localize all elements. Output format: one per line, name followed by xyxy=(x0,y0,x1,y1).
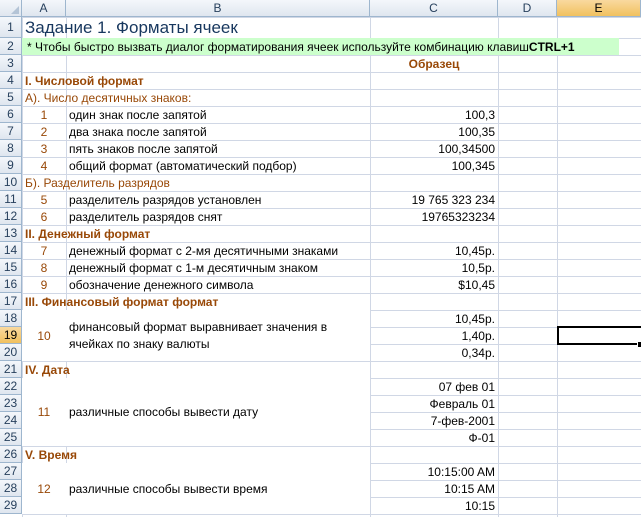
shortcut-hint-key: CTRL+1 xyxy=(528,39,575,54)
row-header-16[interactable]: 16 xyxy=(0,276,22,293)
task-description[interactable]: общий формат (автоматический подбор) xyxy=(66,157,370,174)
row-header-22[interactable]: 22 xyxy=(0,378,22,395)
task-description[interactable]: два знака после запятой xyxy=(66,123,370,140)
row-header-10[interactable]: 10 xyxy=(0,174,22,191)
task-description[interactable]: разделитель разрядов снят xyxy=(66,208,370,225)
subsection-decimals[interactable]: А). Число десятичных знаков: xyxy=(22,89,322,106)
sample-column-header[interactable]: Образец xyxy=(370,55,498,72)
sample-value[interactable]: 10:15 xyxy=(370,497,498,514)
task-number[interactable]: 12 xyxy=(22,463,66,514)
sample-value[interactable]: 10:15 AM xyxy=(370,480,498,497)
sample-value[interactable]: 7-фев-2001 xyxy=(370,412,498,429)
task-description[interactable]: различные способы вывести время xyxy=(66,463,370,514)
sample-value[interactable]: 10,45р. xyxy=(370,242,498,259)
task-description[interactable]: разделитель разрядов установлен xyxy=(66,191,370,208)
row-header-13[interactable]: 13 xyxy=(0,225,22,242)
sample-value[interactable]: 10,5р. xyxy=(370,259,498,276)
row-header-18[interactable]: 18 xyxy=(0,310,22,327)
task-description[interactable]: денежный формат с 1-м десятичным знаком xyxy=(66,259,370,276)
row-header-29[interactable]: 29 xyxy=(0,497,22,514)
column-header-a[interactable]: A xyxy=(22,0,66,17)
row-header-9[interactable]: 9 xyxy=(0,157,22,174)
sample-value[interactable]: 100,34500 xyxy=(370,140,498,157)
subsection-separator[interactable]: Б). Разделитель разрядов xyxy=(22,174,322,191)
sheet-title[interactable]: Задание 1. Форматы ячеек xyxy=(22,17,622,38)
row-header-28[interactable]: 28 xyxy=(0,480,22,497)
column-header-d[interactable]: D xyxy=(498,0,557,17)
task-description[interactable]: один знак после запятой xyxy=(66,106,370,123)
task-description[interactable]: финансовый формат выравнивает значения в… xyxy=(66,310,370,361)
sample-value[interactable]: 10,45р. xyxy=(370,310,498,327)
task-number[interactable]: 10 xyxy=(22,310,66,361)
sample-value[interactable]: 100,35 xyxy=(370,123,498,140)
row-header-5[interactable]: 5 xyxy=(0,89,22,106)
column-header-c[interactable]: C xyxy=(370,0,498,17)
row-header-27[interactable]: 27 xyxy=(0,463,22,480)
sample-value[interactable]: 07 фев 01 xyxy=(370,378,498,395)
sample-value[interactable]: 19 765 323 234 xyxy=(370,191,498,208)
row-header-1[interactable]: 1 xyxy=(0,17,22,38)
row-header-21[interactable]: 21 xyxy=(0,361,22,378)
row-header-20[interactable]: 20 xyxy=(0,344,22,361)
sample-value[interactable]: 100,345 xyxy=(370,157,498,174)
sample-value[interactable]: 1,40р. xyxy=(370,327,498,344)
column-header-e[interactable]: E xyxy=(557,0,641,17)
spreadsheet[interactable]: ABCDE 1 2 3 4 5 6 7 8 9 10 11 12 13 14 15 16 17 18 19 20 21 2… xyxy=(0,0,641,517)
row-header-4[interactable]: 4 xyxy=(0,72,22,89)
section-number-format[interactable]: I. Числовой формат xyxy=(22,72,322,89)
active-cell-selection[interactable] xyxy=(557,326,641,345)
sample-value[interactable]: 10:15:00 AM xyxy=(370,463,498,480)
row-header-17[interactable]: 17 xyxy=(0,293,22,310)
row-header-23[interactable]: 23 xyxy=(0,395,22,412)
row-header-25[interactable]: 25 xyxy=(0,429,22,446)
row-header-14[interactable]: 14 xyxy=(0,242,22,259)
row-header-8[interactable]: 8 xyxy=(0,140,22,157)
task-number[interactable]: 4 xyxy=(22,157,66,174)
sample-value[interactable]: 0,34р. xyxy=(370,344,498,361)
task-number[interactable]: 9 xyxy=(22,276,66,293)
task-number[interactable]: 3 xyxy=(22,140,66,157)
row-header-11[interactable]: 11 xyxy=(0,191,22,208)
section-date[interactable]: IV. Дата xyxy=(22,361,322,378)
select-all-corner[interactable] xyxy=(0,0,22,17)
task-number[interactable]: 11 xyxy=(22,378,66,446)
sample-value[interactable]: 100,3 xyxy=(370,106,498,123)
sample-value[interactable]: 19765323234 xyxy=(370,208,498,225)
shortcut-hint-text: * Чтобы быстро вызвать диалог форматиров… xyxy=(27,39,529,54)
task-description[interactable]: пять знаков после запятой xyxy=(66,140,370,157)
section-currency-format[interactable]: II. Денежный формат xyxy=(22,225,322,242)
task-description[interactable]: денежный формат с 2-мя десятичными знака… xyxy=(66,242,370,259)
task-number[interactable]: 8 xyxy=(22,259,66,276)
task-number[interactable]: 1 xyxy=(22,106,66,123)
row-header-26[interactable]: 26 xyxy=(0,446,22,463)
task-number[interactable]: 2 xyxy=(22,123,66,140)
sample-value[interactable]: Февраль 01 xyxy=(370,395,498,412)
row-header-24[interactable]: 24 xyxy=(0,412,22,429)
task-description[interactable]: различные способы вывести дату xyxy=(66,378,370,446)
row-header-19[interactable]: 19 xyxy=(0,327,22,344)
task-number[interactable]: 5 xyxy=(22,191,66,208)
task-number[interactable]: 6 xyxy=(22,208,66,225)
task-description[interactable]: обозначение денежного символа xyxy=(66,276,370,293)
row-header-15[interactable]: 15 xyxy=(0,259,22,276)
row-header-12[interactable]: 12 xyxy=(0,208,22,225)
row-header-7[interactable]: 7 xyxy=(0,123,22,140)
row-header-3[interactable]: 3 xyxy=(0,55,22,72)
shortcut-hint[interactable]: * Чтобы быстро вызвать диалог форматиров… xyxy=(22,38,619,55)
task-number[interactable]: 7 xyxy=(22,242,66,259)
row-header-2[interactable]: 2 xyxy=(0,38,22,55)
row-header-6[interactable]: 6 xyxy=(0,106,22,123)
fill-handle[interactable] xyxy=(637,341,641,348)
sample-value[interactable]: Ф-01 xyxy=(370,429,498,446)
section-time[interactable]: V. Время xyxy=(22,446,322,463)
section-accounting-format[interactable]: III. Финансовый формат формат xyxy=(22,293,362,310)
column-header-b[interactable]: B xyxy=(66,0,370,17)
sample-value[interactable]: $10,45 xyxy=(370,276,498,293)
